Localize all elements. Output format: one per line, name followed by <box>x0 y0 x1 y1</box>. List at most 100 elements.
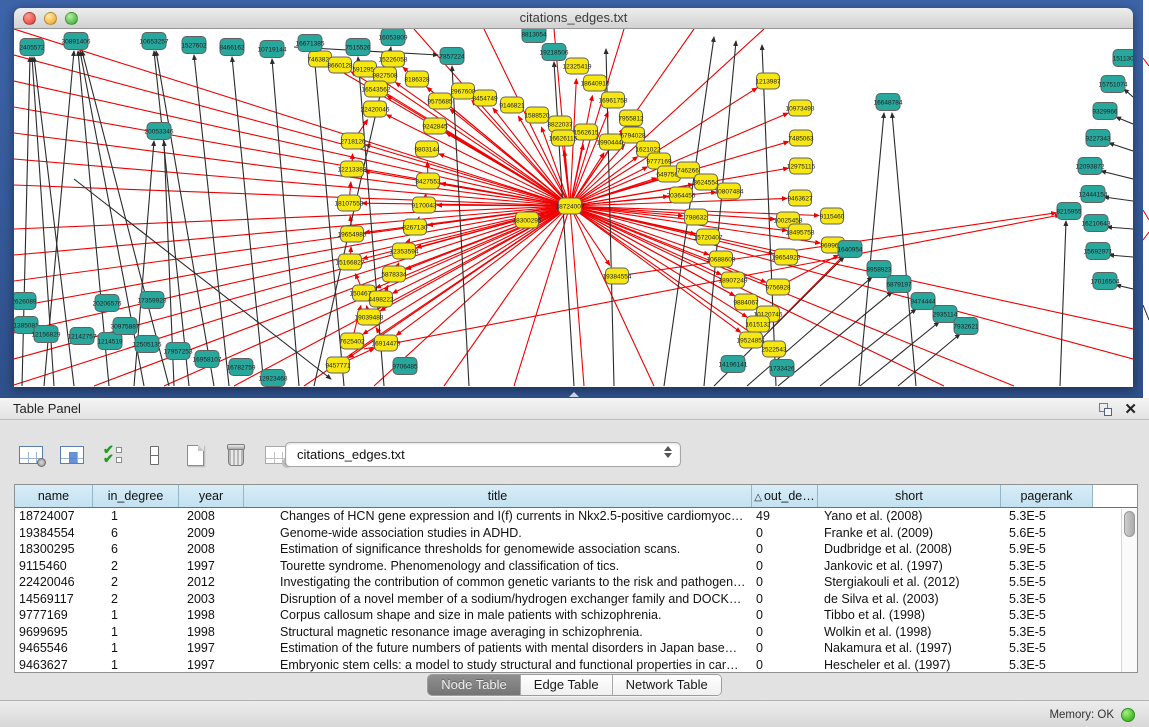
graph-node[interactable]: 1640954 <box>837 241 863 258</box>
graph-node[interactable]: 22420046 <box>361 101 390 117</box>
column-header-pagerank[interactable]: pagerank <box>1001 485 1093 507</box>
table-cell[interactable]: 1 <box>93 624 179 641</box>
graph-node[interactable]: 12975115 <box>787 158 816 174</box>
table-cell[interactable]: 1997 <box>179 640 244 657</box>
network-canvas[interactable]: 1872400774638228660128591295415226058982… <box>14 29 1133 387</box>
column-header-out_de[interactable]: △out_de… <box>752 485 818 507</box>
black-edge[interactable] <box>762 45 776 386</box>
graph-node[interactable]: 1733426 <box>769 360 795 377</box>
tab-edge-table[interactable]: Edge Table <box>521 675 613 695</box>
table-cell[interactable]: Estimation of significance thresholds fo… <box>244 541 752 558</box>
graph-node[interactable]: 12325419 <box>563 58 592 74</box>
graph-node[interactable]: 10973493 <box>786 100 815 116</box>
black-edge[interactable] <box>232 57 264 386</box>
table-cell[interactable]: 1998 <box>179 607 244 624</box>
table-cell[interactable]: 5.3E-5 <box>1001 624 1093 641</box>
row-height-button[interactable] <box>139 440 169 470</box>
zoom-window-button[interactable] <box>65 12 78 25</box>
table-cell[interactable]: Tibbo et al. (1998) <box>818 607 1001 624</box>
graph-node[interactable]: 2405572 <box>19 39 45 56</box>
table-cell[interactable]: 5.9E-5 <box>1001 541 1093 558</box>
graph-node[interactable]: 9756928 <box>765 279 791 295</box>
graph-node[interactable]: 1511304 <box>1113 50 1133 67</box>
table-cell[interactable]: de Silva et al. (2003) <box>818 591 1001 608</box>
black-edge[interactable] <box>452 66 469 386</box>
table-cell[interactable]: 5.3E-5 <box>1001 558 1093 575</box>
graph-node[interactable]: 9170043 <box>411 197 437 213</box>
table-cell[interactable]: Hescheler et al. (1997) <box>818 657 1001 674</box>
table-cell[interactable]: 49 <box>752 508 818 525</box>
graph-node[interactable]: 10653257 <box>140 33 169 50</box>
table-cell[interactable]: Investigating the contribution of common… <box>244 574 752 591</box>
red-edge[interactable] <box>514 206 570 386</box>
column-header-name[interactable]: name <box>15 485 93 507</box>
table-row[interactable]: 911546021997Tourette syndrome. Phenomeno… <box>15 558 1137 575</box>
table-cell[interactable]: 2 <box>93 591 179 608</box>
graph-node[interactable]: 19039488 <box>355 309 384 325</box>
graph-node[interactable]: 798632 <box>685 209 708 225</box>
delete-table-button[interactable] <box>221 440 251 470</box>
table-vertical-scrollbar[interactable] <box>1121 509 1137 672</box>
black-edge[interactable] <box>272 59 299 386</box>
table-cell[interactable]: Structural magnetic resonance image aver… <box>244 624 752 641</box>
graph-node[interactable]: 15226058 <box>379 51 408 67</box>
graph-node[interactable]: 20206576 <box>93 295 122 312</box>
table-cell[interactable]: 0 <box>752 657 818 674</box>
black-edge[interactable] <box>1107 227 1133 229</box>
red-edge[interactable] <box>570 206 1133 359</box>
tab-node-table[interactable]: Node Table <box>428 675 521 695</box>
table-cell[interactable]: 1 <box>93 508 179 525</box>
graph-node[interactable]: 4498222 <box>368 291 394 307</box>
graph-node[interactable]: 19384554 <box>603 268 632 284</box>
table-cell[interactable]: 2003 <box>179 591 244 608</box>
table-cell[interactable]: 5.3E-5 <box>1001 640 1093 657</box>
float-panel-icon[interactable] <box>1099 403 1112 416</box>
table-cell[interactable]: 5.3E-5 <box>1001 591 1093 608</box>
graph-node[interactable]: 16626115 <box>549 130 578 146</box>
graph-node[interactable]: 7515526 <box>345 39 371 56</box>
table-cell[interactable]: 18724007 <box>15 508 93 525</box>
graph-node[interactable]: 20053346 <box>145 123 174 140</box>
table-cell[interactable]: 0 <box>752 591 818 608</box>
graph-node[interactable]: 15692971 <box>1084 243 1113 260</box>
column-header-year[interactable]: year <box>179 485 244 507</box>
new-table-button[interactable] <box>180 440 210 470</box>
table-cell[interactable]: Changes of HCN gene expression and I(f) … <box>244 508 752 525</box>
graph-node[interactable]: 18724007 <box>556 198 585 214</box>
column-header-title[interactable]: title <box>244 485 752 507</box>
table-cell[interactable]: Jankovic et al. (1997) <box>818 558 1001 575</box>
table-row[interactable]: 1456911722003Disruption of a novel membe… <box>15 591 1137 608</box>
table-cell[interactable]: 1 <box>93 607 179 624</box>
graph-node[interactable]: 1588520 <box>524 107 550 123</box>
graph-node[interactable]: 9242845 <box>422 118 448 134</box>
graph-node[interactable]: 1214519 <box>97 333 123 350</box>
graph-node[interactable]: 8454749 <box>472 90 498 106</box>
red-edge[interactable] <box>14 159 570 206</box>
graph-node[interactable]: 16961758 <box>599 92 628 108</box>
graph-node[interactable]: 12505135 <box>133 336 162 353</box>
graph-node[interactable]: 12353594 <box>390 243 419 259</box>
graph-node[interactable]: 9329966 <box>1092 103 1118 120</box>
table-cell[interactable]: 5.3E-5 <box>1001 508 1093 525</box>
table-cell[interactable]: 2008 <box>179 541 244 558</box>
table-cell[interactable]: 0 <box>752 574 818 591</box>
table-cell[interactable]: 0 <box>752 525 818 542</box>
table-cell[interactable]: 2009 <box>179 525 244 542</box>
graph-node[interactable]: 19654985 <box>338 226 367 242</box>
graph-node[interactable]: 8267130 <box>402 219 428 235</box>
column-header-in_degree[interactable]: in_degree <box>93 485 179 507</box>
graph-node[interactable]: 8813054 <box>521 29 547 43</box>
graph-node[interactable]: 12142757 <box>68 328 97 345</box>
graph-node[interactable]: 10719144 <box>258 41 287 58</box>
graph-node[interactable]: 20364456 <box>667 187 696 203</box>
table-cell[interactable]: 9777169 <box>15 607 93 624</box>
column-header-short[interactable]: short <box>818 485 1001 507</box>
table-cell[interactable]: 1998 <box>179 624 244 641</box>
table-cell[interactable]: 0 <box>752 640 818 657</box>
graph-node[interactable]: 16782759 <box>227 359 256 376</box>
table-row[interactable]: 946362711997Embryonic stem cells: a mode… <box>15 657 1137 674</box>
window-titlebar[interactable]: citations_edges.txt <box>14 8 1133 29</box>
graph-node[interactable]: 9227343 <box>1085 130 1111 147</box>
table-cell[interactable]: 5.3E-5 <box>1001 607 1093 624</box>
graph-node[interactable]: 12444154 <box>1079 186 1108 203</box>
